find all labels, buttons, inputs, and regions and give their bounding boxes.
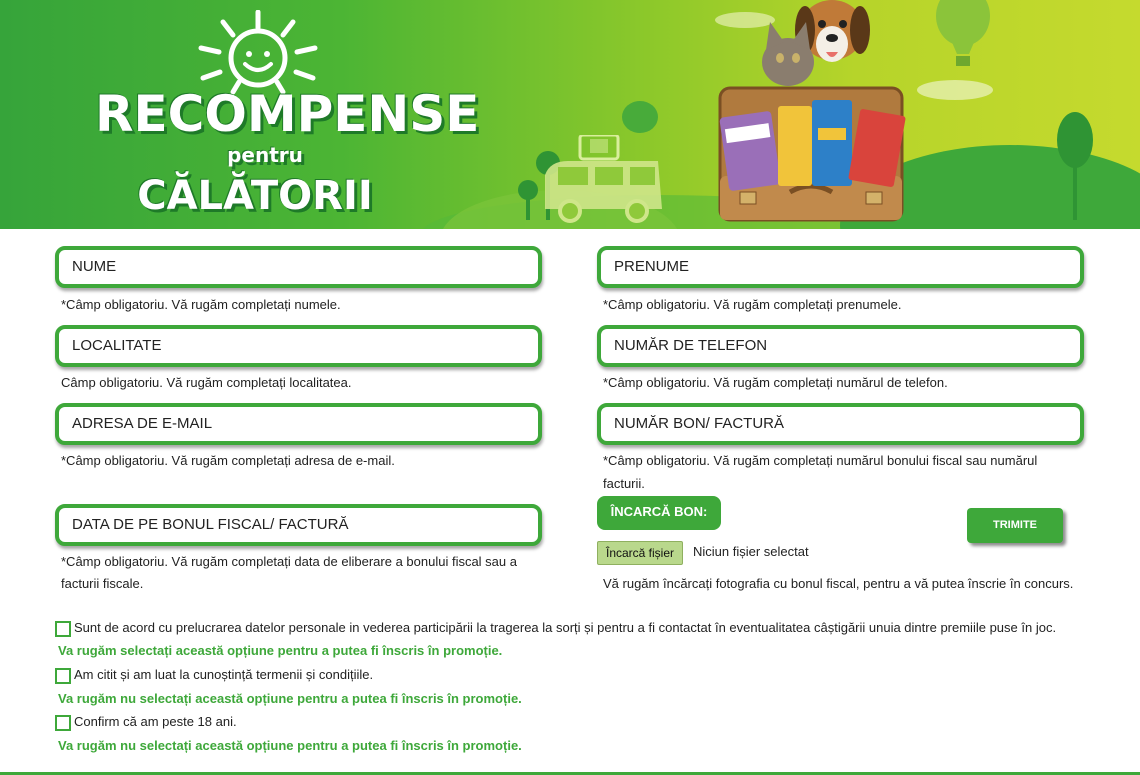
phone-hint: *Câmp obligatoriu. Vă rugăm completați n… [603, 375, 948, 390]
receipt-number-hint-line2: facturii. [603, 476, 645, 491]
localitate-field[interactable]: LOCALITATE [55, 325, 542, 367]
age-checkbox[interactable] [55, 715, 71, 731]
age-warning: Va rugăm nu selectați această opțiune pe… [58, 738, 522, 753]
file-status: Niciun fișier selectat [693, 544, 809, 559]
nume-field[interactable]: NUME [55, 246, 542, 288]
receipt-number-hint-line1: *Câmp obligatoriu. Vă rugăm completați n… [603, 453, 1038, 468]
prenume-hint: *Câmp obligatoriu. Vă rugăm completați p… [603, 297, 902, 312]
submit-button[interactable]: TRIMITE [967, 508, 1063, 543]
prenume-field[interactable]: PRENUME [597, 246, 1084, 288]
receipt-number-field[interactable]: NUMĂR BON/ FACTURĂ [597, 403, 1084, 445]
banner-title-line1: RECOMPENSE [95, 85, 480, 143]
consent-data-checkbox[interactable] [55, 621, 71, 637]
consent-data-warning: Va rugăm selectați această opțiune pentr… [58, 643, 503, 658]
email-field[interactable]: ADRESA DE E-MAIL [55, 403, 542, 445]
receipt-date-field[interactable]: DATA DE PE BONUL FISCAL/ FACTURĂ [55, 504, 542, 546]
pets-suitcase-illustration [718, 0, 906, 222]
age-label: Confirm că am peste 18 ani. [74, 714, 237, 729]
upload-receipt-button[interactable]: ÎNCARCĂ BON: [597, 496, 721, 530]
receipt-date-hint-line1: *Câmp obligatoriu. Vă rugăm completați d… [61, 554, 517, 569]
promo-banner: RECOMPENSE pentru CĂLĂTORII [0, 0, 1140, 229]
terms-checkbox[interactable] [55, 668, 71, 684]
localitate-hint: Câmp obligatoriu. Vă rugăm completați lo… [61, 375, 352, 390]
consent-data-label: Sunt de acord cu prelucrarea datelor per… [74, 620, 1057, 635]
terms-label: Am citit și am luat la cunoștință termen… [74, 667, 374, 682]
terms-warning: Va rugăm nu selectați această opțiune pe… [58, 691, 522, 706]
choose-file-button[interactable]: Încarcă fișier [597, 541, 683, 565]
van-icon [545, 135, 662, 223]
banner-title-line2: pentru [227, 143, 303, 167]
receipt-date-hint-line2: facturii fiscale. [61, 576, 144, 591]
nume-hint: *Câmp obligatoriu. Vă rugăm completați n… [61, 297, 341, 312]
balloon-icon [936, 0, 990, 66]
banner-title-line3: CĂLĂTORII [137, 173, 373, 219]
upload-hint: Vă rugăm încărcați fotografia cu bonul f… [603, 576, 1074, 591]
email-hint: *Câmp obligatoriu. Vă rugăm completați a… [61, 453, 395, 468]
phone-field[interactable]: NUMĂR DE TELEFON [597, 325, 1084, 367]
